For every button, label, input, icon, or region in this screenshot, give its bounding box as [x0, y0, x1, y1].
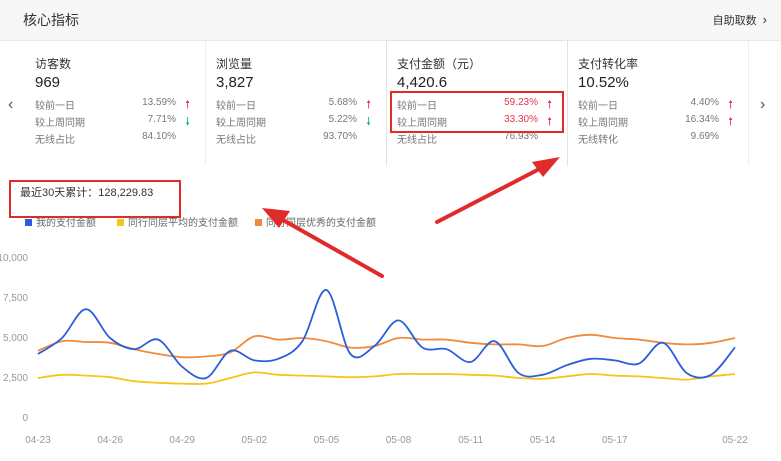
metric-row-value: 4.40% [690, 97, 719, 108]
metric-cards: 访客数 969 较前一日 13.59% 🠕 较上周同期 7.71% 🠗 无线占比 84.1… [25, 40, 753, 166]
metric-title: 浏览量 [216, 57, 253, 71]
metric-card-conversion-rate[interactable]: 支付转化率 10.52% 较前一日 4.40% 🠕 较上周同期 16.34% 🠕 无线转… [568, 41, 749, 165]
metric-row-label: 无线占比 [35, 135, 75, 146]
metric-row-value: 93.70% [323, 131, 357, 142]
metric-row-label: 无线转化 [578, 135, 618, 146]
prev-cards-button[interactable]: ‹ [8, 96, 13, 114]
metric-row-value: 13.59% [142, 97, 176, 108]
metric-row-label: 无线占比 [397, 135, 437, 146]
legend-item-average[interactable]: 同行同层平均的支付金额 [117, 214, 238, 229]
legend-item-best[interactable]: 同行同层优秀的支付金额 [255, 214, 376, 229]
y-tick-label: 2,500 [3, 373, 28, 384]
metric-value: 4,420.6 [397, 74, 448, 91]
self-service-data-link[interactable]: 自助取数 › [713, 12, 767, 28]
legend-swatch [255, 219, 262, 226]
highlight-box-cumulative [9, 180, 181, 218]
metric-row-label: 较前一日 [578, 101, 618, 112]
legend-swatch [117, 219, 124, 226]
metric-row: 较前一日 5.68% 🠕 [216, 97, 371, 113]
legend-item-mine[interactable]: 我的支付金额 [25, 214, 96, 229]
legend-label: 我的支付金额 [36, 218, 96, 229]
self-service-data-label: 自助取数 [712, 15, 757, 27]
metric-row-label: 无线占比 [216, 135, 256, 146]
y-tick-label: 5,000 [3, 333, 28, 344]
x-tick-label: 05-14 [530, 435, 556, 446]
page-title: 核心指标 [23, 12, 79, 28]
next-cards-button[interactable]: › [760, 96, 765, 114]
metric-row: 无线占比 93.70% [216, 131, 371, 147]
metric-row: 无线占比 76.93% [397, 131, 552, 147]
series-line-0 [37, 289, 736, 380]
legend-label: 同行同层平均的支付金额 [128, 218, 238, 229]
x-tick-label: 05-11 [458, 435, 483, 446]
metric-row-value: 5.68% [328, 97, 357, 108]
arrow-down-icon: 🠗 [366, 116, 371, 128]
payment-line-chart: 0 2,500 5,000 7,500 10,000 04-23 04-26 04-29 05-… [0, 253, 748, 446]
metric-row: 无线占比 84.10% [35, 131, 190, 147]
highlight-box-payment-changes [390, 91, 564, 133]
chevron-right-icon: › [762, 12, 767, 27]
metric-row-value: 16.34% [685, 114, 719, 125]
metric-row-value: 84.10% [142, 131, 176, 142]
metric-title: 访客数 [35, 57, 72, 71]
annotation-arrow-upper [435, 157, 560, 224]
arrow-down-icon: 🠗 [185, 116, 190, 128]
metric-row-value: 9.69% [690, 131, 719, 142]
x-tick-label: 05-02 [242, 435, 268, 446]
x-tick-label: 04-23 [25, 435, 51, 446]
x-tick-label: 05-08 [386, 435, 412, 446]
metric-row-label: 较前一日 [216, 101, 256, 112]
header-bar: 核心指标 自助取数 › [0, 0, 781, 41]
metric-value: 10.52% [578, 74, 629, 91]
metric-title: 支付转化率 [578, 57, 639, 71]
metric-title: 支付金额（元） [397, 57, 482, 71]
series-line-1 [37, 371, 736, 385]
y-tick-label: 10,000 [0, 253, 28, 264]
x-tick-label: 05-22 [722, 435, 748, 446]
legend-swatch [25, 219, 32, 226]
metric-row: 较上周同期 16.34% 🠕 [578, 114, 733, 130]
metric-row: 无线转化 9.69% [578, 131, 733, 147]
arrow-up-icon: 🠕 [728, 116, 733, 128]
x-tick-label: 05-17 [602, 435, 628, 446]
metric-row: 较上周同期 7.71% 🠗 [35, 114, 190, 130]
metric-row: 较前一日 13.59% 🠕 [35, 97, 190, 113]
y-tick-label: 0 [22, 413, 28, 424]
metric-card-pageviews[interactable]: 浏览量 3,827 较前一日 5.68% 🠕 较上周同期 5.22% 🠗 无线占比 93.… [206, 41, 387, 165]
metric-row-label: 较上周同期 [35, 118, 85, 129]
x-tick-label: 04-29 [169, 435, 195, 446]
metric-row-label: 较上周同期 [216, 118, 266, 129]
y-tick-label: 7,500 [3, 293, 28, 304]
x-tick-label: 04-26 [97, 435, 123, 446]
metric-row-value: 7.71% [147, 114, 176, 125]
metric-card-visitors[interactable]: 访客数 969 较前一日 13.59% 🠕 较上周同期 7.71% 🠗 无线占比 84.1… [25, 41, 206, 165]
metric-row-label: 较前一日 [35, 101, 75, 112]
x-tick-label: 05-05 [314, 435, 340, 446]
metric-row: 较前一日 4.40% 🠕 [578, 97, 733, 113]
metric-value: 3,827 [216, 74, 254, 91]
metric-row-value: 5.22% [328, 114, 357, 125]
metric-value: 969 [35, 74, 61, 91]
metric-row-label: 较上周同期 [578, 118, 628, 129]
metric-row: 较上周同期 5.22% 🠗 [216, 114, 371, 130]
legend-label: 同行同层优秀的支付金额 [266, 218, 376, 229]
